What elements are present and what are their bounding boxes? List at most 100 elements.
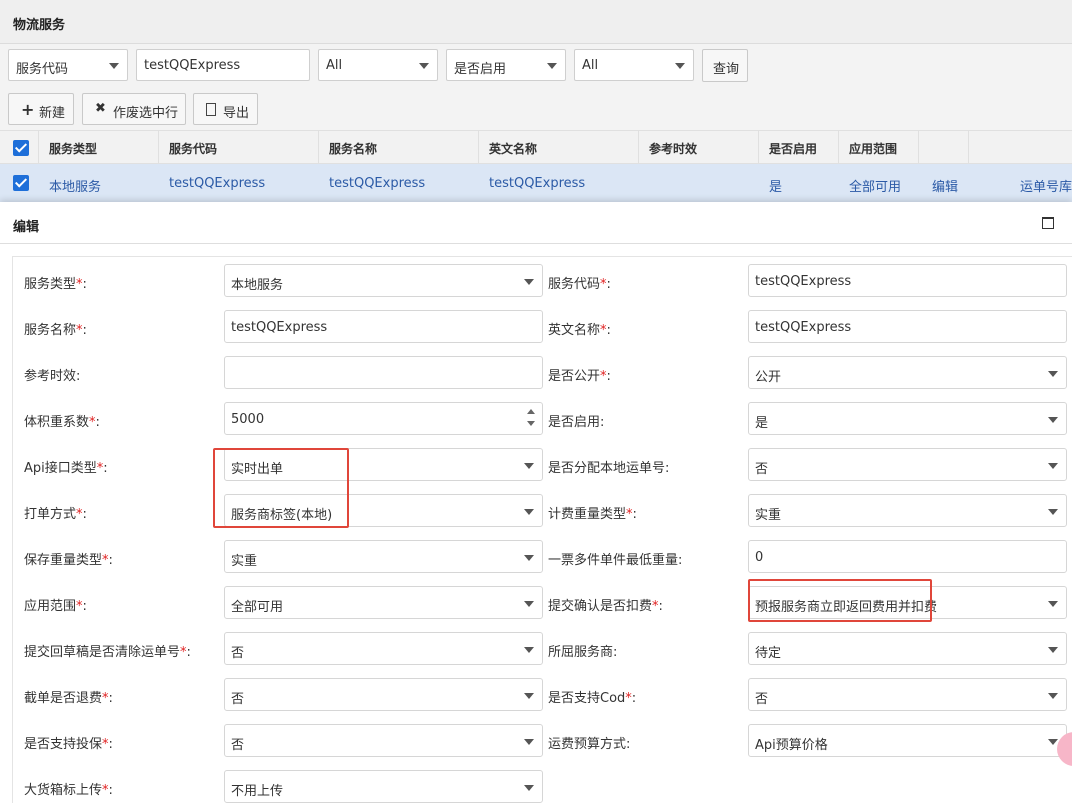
assign-local-no-label: 是否分配本地运单号: xyxy=(548,461,670,476)
chevron-down-icon xyxy=(1048,417,1058,423)
maximize-icon[interactable] xyxy=(1042,217,1054,229)
filter-select-4-value: All xyxy=(582,58,599,73)
chevron-down-icon xyxy=(524,739,534,745)
chevron-down-icon xyxy=(1048,509,1058,515)
freight-estimate-select[interactable]: Api预算价格 xyxy=(748,724,1067,757)
enabled-select-value: 是否启用 xyxy=(454,62,507,77)
column-header[interactable]: 服务代码 xyxy=(158,131,318,164)
clear-waybill-select[interactable]: 否 xyxy=(224,632,543,665)
chevron-down-icon xyxy=(1048,601,1058,607)
query-button[interactable]: 查询 xyxy=(702,49,748,82)
refund-on-intercept-select[interactable]: 否 xyxy=(224,678,543,711)
api-type-label: Api接口类型*: xyxy=(24,461,108,476)
provider-select[interactable]: 待定 xyxy=(748,632,1067,665)
filter-select-2[interactable]: All xyxy=(318,49,438,81)
filter-select-4[interactable]: All xyxy=(574,49,694,81)
plus-icon: + xyxy=(21,100,35,119)
query-button-label: 查询 xyxy=(713,62,740,77)
column-header[interactable]: 参考时效 xyxy=(638,131,758,164)
volume-factor-stepper[interactable]: 5000 xyxy=(224,402,543,435)
chevron-down-icon xyxy=(524,693,534,699)
support-insurance-select[interactable]: 否 xyxy=(224,724,543,757)
column-header[interactable]: 服务类型 xyxy=(38,131,158,164)
highlight-box xyxy=(748,579,932,622)
save-weight-type-label: 保存重量类型*: xyxy=(24,553,113,568)
timeliness-input[interactable] xyxy=(224,356,543,389)
scope-select[interactable]: 全部可用 xyxy=(224,586,543,619)
chevron-down-icon xyxy=(524,463,534,469)
save-weight-type-select[interactable]: 实重 xyxy=(224,540,543,573)
export-button-label: 导出 xyxy=(223,106,250,121)
is-enabled-select[interactable]: 是 xyxy=(748,402,1067,435)
provider-label: 所屈服务商: xyxy=(548,645,618,660)
billing-weight-type-select[interactable]: 实重 xyxy=(748,494,1067,527)
panel-header: 物流服务 xyxy=(0,0,1072,44)
row-service-name: testQQExpress xyxy=(329,176,426,191)
column-header[interactable]: 应用范围 xyxy=(838,131,918,164)
new-button[interactable]: + 新建 xyxy=(8,93,74,125)
is-enabled-label: 是否启用: xyxy=(548,415,605,430)
en-name-label: 英文名称*: xyxy=(548,323,611,338)
grid-header: 服务类型 服务代码 服务名称 英文名称 参考时效 是否启用 应用范围 xyxy=(0,130,1072,164)
big-box-upload-select[interactable]: 不用上传 xyxy=(224,770,543,803)
close-icon: ✖ xyxy=(95,101,106,116)
dialog-header: 编辑 xyxy=(0,202,1072,244)
row-en-name: testQQExpress xyxy=(489,176,586,191)
chevron-down-icon xyxy=(1048,371,1058,377)
column-header xyxy=(968,131,1072,164)
row-checkbox[interactable] xyxy=(13,175,29,191)
is-public-label: 是否公开*: xyxy=(548,369,611,384)
chevron-down-icon xyxy=(524,509,534,515)
en-name-input[interactable]: testQQExpress xyxy=(748,310,1067,343)
field-select[interactable]: 服务代码 xyxy=(8,49,128,81)
chevron-down-icon xyxy=(675,63,685,69)
stepper-arrows-icon[interactable] xyxy=(527,409,535,431)
service-name-input[interactable]: testQQExpress xyxy=(224,310,543,343)
clear-waybill-label: 提交回草稿是否清除运单号*: xyxy=(24,645,191,660)
chevron-down-icon xyxy=(524,601,534,607)
column-header[interactable]: 服务名称 xyxy=(318,131,478,164)
chevron-down-icon xyxy=(524,555,534,561)
support-cod-label: 是否支持Cod*: xyxy=(548,691,637,706)
chevron-down-icon xyxy=(524,647,534,653)
submit-deduct-label: 提交确认是否扣费*: xyxy=(548,599,663,614)
chevron-down-icon xyxy=(1048,647,1058,653)
chevron-down-icon xyxy=(1048,463,1058,469)
big-box-upload-label: 大货箱标上传*: xyxy=(24,783,113,798)
print-method-label: 打单方式*: xyxy=(24,507,87,522)
service-type-select[interactable]: 本地服务 xyxy=(224,264,543,297)
void-selected-button[interactable]: ✖ 作废选中行 xyxy=(82,93,186,125)
service-code-input[interactable]: testQQExpress xyxy=(748,264,1067,297)
service-type-label: 服务类型*: xyxy=(24,277,87,292)
search-input-value: testQQExpress xyxy=(144,58,241,73)
row-service-code: testQQExpress xyxy=(169,176,266,191)
export-file-icon xyxy=(206,103,216,116)
new-button-label: 新建 xyxy=(39,106,66,121)
chevron-down-icon xyxy=(419,63,429,69)
assign-local-no-select[interactable]: 否 xyxy=(748,448,1067,481)
row-edit-link[interactable]: 编辑 xyxy=(932,176,958,195)
service-name-label: 服务名称*: xyxy=(24,323,87,338)
filter-select-2-value: All xyxy=(326,58,343,73)
chevron-down-icon xyxy=(524,785,534,791)
min-piece-weight-input[interactable]: 0 xyxy=(748,540,1067,573)
refund-on-intercept-label: 截单是否退费*: xyxy=(24,691,113,706)
chevron-down-icon xyxy=(1048,693,1058,699)
export-button[interactable]: 导出 xyxy=(193,93,258,125)
field-select-value: 服务代码 xyxy=(16,62,69,77)
support-cod-select[interactable]: 否 xyxy=(748,678,1067,711)
is-public-select[interactable]: 公开 xyxy=(748,356,1067,389)
row-scope: 全部可用 xyxy=(849,180,902,195)
timeliness-label: 参考时效: xyxy=(24,369,81,384)
column-header[interactable]: 是否启用 xyxy=(758,131,838,164)
column-header[interactable]: 英文名称 xyxy=(478,131,638,164)
page-title: 物流服务 xyxy=(13,18,66,33)
select-all-checkbox[interactable] xyxy=(13,140,29,156)
service-code-label: 服务代码*: xyxy=(548,277,611,292)
chevron-down-icon xyxy=(547,63,557,69)
row-waybill-link[interactable]: 运单号库 xyxy=(1020,176,1072,195)
enabled-select[interactable]: 是否启用 xyxy=(446,49,566,81)
chevron-down-icon xyxy=(524,279,534,285)
table-row[interactable]: 本地服务 testQQExpress testQQExpress testQQE… xyxy=(0,164,1072,202)
search-input[interactable]: testQQExpress xyxy=(136,49,310,81)
